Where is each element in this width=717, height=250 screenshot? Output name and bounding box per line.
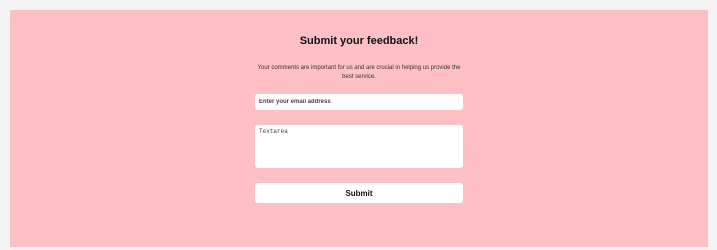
page: Submit your feedback! Your comments are … — [0, 0, 717, 250]
feedback-textarea[interactable] — [255, 125, 463, 168]
submit-button[interactable]: Submit — [255, 183, 463, 203]
email-field[interactable] — [255, 94, 463, 110]
form-title: Submit your feedback! — [299, 35, 419, 47]
form-description: Your comments are important for us and a… — [257, 65, 461, 80]
feedback-panel: Submit your feedback! Your comments are … — [10, 10, 708, 247]
